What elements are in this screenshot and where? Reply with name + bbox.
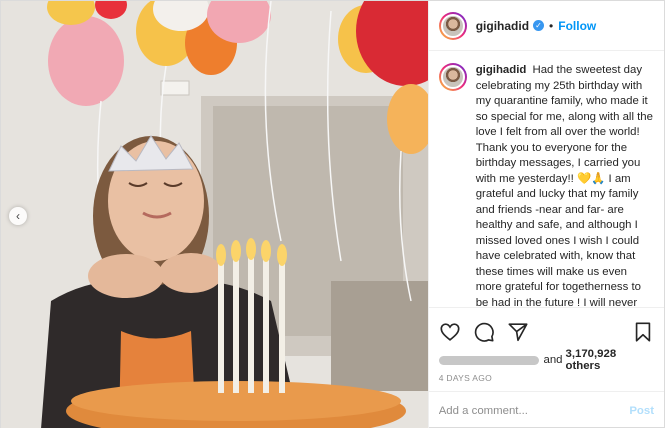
verified-badge-icon: ✓ [533,20,545,31]
caption-avatar[interactable] [438,63,467,91]
paper-plane-icon[interactable] [507,321,529,343]
likes-prefix: and [543,354,563,366]
comment-form: Post [428,391,664,428]
post-comment-button[interactable]: Post [629,405,654,417]
follow-button[interactable]: Follow [558,19,596,33]
action-bar [428,307,664,347]
avatar[interactable] [438,11,467,40]
caption-text: Had the sweetest day celebrating my 25th… [475,64,653,307]
post-side-panel: gigihadid ✓ • Follow gigihadid Had the s… [427,1,664,428]
comment-input[interactable] [438,404,630,417]
post-timestamp[interactable]: 4 DAYS AGO [429,369,664,391]
instagram-post: ‹ gigihadid ✓ • Follow gigihadid Had the… [0,0,665,428]
bookmark-icon[interactable] [632,321,654,343]
comment-icon[interactable] [473,321,495,343]
chevron-left-icon: ‹ [16,209,20,223]
caption-area: gigihadid Had the sweetest day celebrati… [429,51,664,307]
post-header: gigihadid ✓ • Follow [428,1,664,51]
caption-username-link[interactable]: gigihadid [476,64,527,76]
liked-by-redacted [438,355,539,365]
heart-icon[interactable] [439,321,461,343]
post-caption: gigihadid Had the sweetest day celebrati… [476,63,654,307]
username-link[interactable]: gigihadid [476,19,529,33]
birthday-photo-illustration [1,1,428,428]
separator-dot: • [549,18,554,33]
post-photo[interactable]: ‹ [1,1,428,428]
likes-row: and 3,170,928 others [429,347,664,372]
carousel-prev-button[interactable]: ‹ [9,207,27,225]
